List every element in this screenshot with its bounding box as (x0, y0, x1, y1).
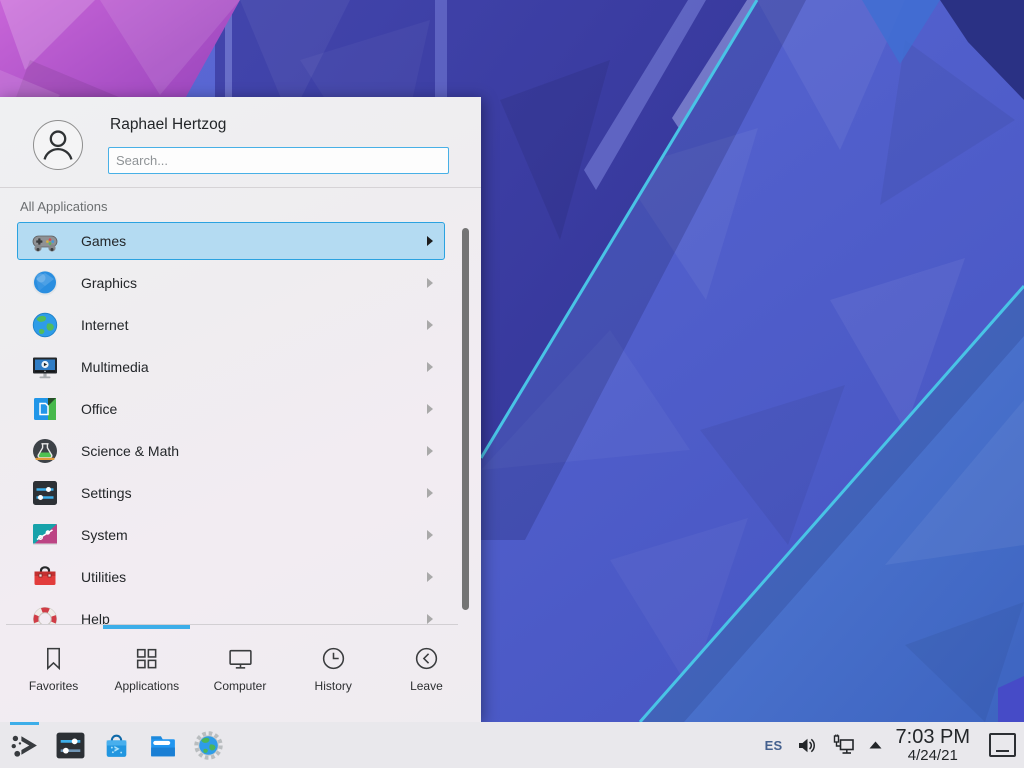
submenu-arrow-icon (427, 572, 433, 582)
digital-clock[interactable]: 7:03 PM 4/24/21 (896, 727, 970, 763)
tab-leave[interactable]: Leave (380, 634, 473, 714)
menu-item-science-math[interactable]: Science & Math (17, 432, 445, 470)
tab-label: Computer (214, 679, 267, 693)
user-name: Raphael Hertzog (110, 116, 226, 134)
utilities-icon (31, 563, 59, 591)
tab-history[interactable]: History (287, 634, 380, 714)
tab-label: Favorites (29, 679, 78, 693)
menu-item-label: Internet (81, 317, 128, 333)
submenu-arrow-icon (427, 530, 433, 540)
menu-item-label: Help (81, 611, 110, 624)
system-icon (31, 521, 59, 549)
menu-item-label: System (81, 527, 128, 543)
menu-item-label: Settings (81, 485, 132, 501)
taskbar-pinned-apps (0, 730, 224, 761)
history-icon (320, 645, 347, 672)
menu-item-label: Multimedia (81, 359, 149, 375)
system-settings-button[interactable] (55, 730, 86, 761)
tab-label: Leave (410, 679, 443, 693)
tab-bar-separator (6, 624, 458, 625)
launcher-active-indicator (10, 722, 39, 725)
submenu-arrow-icon (427, 278, 433, 288)
tab-favorites[interactable]: Favorites (7, 634, 100, 714)
settings-icon (31, 479, 59, 507)
show-desktop-button[interactable] (989, 733, 1016, 757)
network-icon[interactable] (830, 734, 855, 757)
menu-item-internet[interactable]: Internet (17, 306, 445, 344)
volume-icon[interactable] (796, 735, 817, 756)
office-icon (31, 395, 59, 423)
category-list: Games Graphics (17, 222, 445, 624)
submenu-arrow-icon (427, 614, 433, 624)
taskbar-panel: ES 7:03 PM 4/24/21 (0, 722, 1024, 768)
submenu-arrow-icon (427, 236, 433, 246)
menu-item-label: Games (81, 233, 126, 249)
menu-item-utilities[interactable]: Utilities (17, 558, 445, 596)
section-label: All Applications (20, 199, 107, 214)
expand-tray-icon[interactable] (868, 739, 883, 751)
file-manager-icon (147, 730, 178, 761)
submenu-arrow-icon (427, 404, 433, 414)
application-launcher-button[interactable] (9, 730, 40, 761)
science-math-icon (31, 437, 59, 465)
games-icon (31, 227, 59, 255)
menu-item-office[interactable]: Office (17, 390, 445, 428)
active-tab-indicator (103, 625, 190, 629)
submenu-arrow-icon (427, 362, 433, 372)
web-browser-icon (193, 730, 224, 761)
application-launcher-popup: Raphael Hertzog All Applications Games (0, 97, 481, 722)
submenu-arrow-icon (427, 488, 433, 498)
tab-applications[interactable]: Applications (100, 634, 193, 714)
menu-item-label: Science & Math (81, 443, 179, 459)
user-avatar-icon[interactable] (33, 120, 83, 170)
menu-item-graphics[interactable]: Graphics (17, 264, 445, 302)
menu-item-system[interactable]: System (17, 516, 445, 554)
favorites-icon (40, 645, 67, 672)
menu-item-help[interactable]: Help (17, 600, 445, 624)
keyboard-layout-indicator[interactable]: ES (765, 738, 783, 753)
multimedia-icon (31, 353, 59, 381)
discover-icon (101, 730, 132, 761)
submenu-arrow-icon (427, 320, 433, 330)
help-icon (31, 605, 59, 624)
menu-item-label: Graphics (81, 275, 137, 291)
file-manager-button[interactable] (147, 730, 178, 761)
discover-button[interactable] (101, 730, 132, 761)
applications-icon (133, 645, 160, 672)
clock-time: 7:03 PM (896, 727, 970, 747)
launcher-tab-bar: Favorites Applications Computer (7, 634, 473, 714)
scrollbar[interactable] (462, 228, 469, 610)
submenu-arrow-icon (427, 446, 433, 456)
clock-date: 4/24/21 (908, 748, 958, 763)
application-launcher-icon (9, 730, 40, 761)
leave-icon (413, 645, 440, 672)
system-settings-icon (55, 730, 86, 761)
system-tray: ES 7:03 PM 4/24/21 (765, 727, 1024, 763)
graphics-icon (31, 269, 59, 297)
web-browser-button[interactable] (193, 730, 224, 761)
computer-icon (227, 645, 254, 672)
menu-item-label: Utilities (81, 569, 126, 585)
internet-icon (31, 311, 59, 339)
tab-label: History (315, 679, 352, 693)
launcher-header: Raphael Hertzog (0, 97, 481, 187)
menu-item-settings[interactable]: Settings (17, 474, 445, 512)
menu-item-games[interactable]: Games (17, 222, 445, 260)
desktop: Raphael Hertzog All Applications Games (0, 0, 1024, 768)
tab-label: Applications (114, 679, 179, 693)
tab-computer[interactable]: Computer (193, 634, 286, 714)
menu-item-multimedia[interactable]: Multimedia (17, 348, 445, 386)
search-input[interactable] (108, 147, 449, 174)
menu-item-label: Office (81, 401, 117, 417)
header-separator (0, 187, 481, 188)
